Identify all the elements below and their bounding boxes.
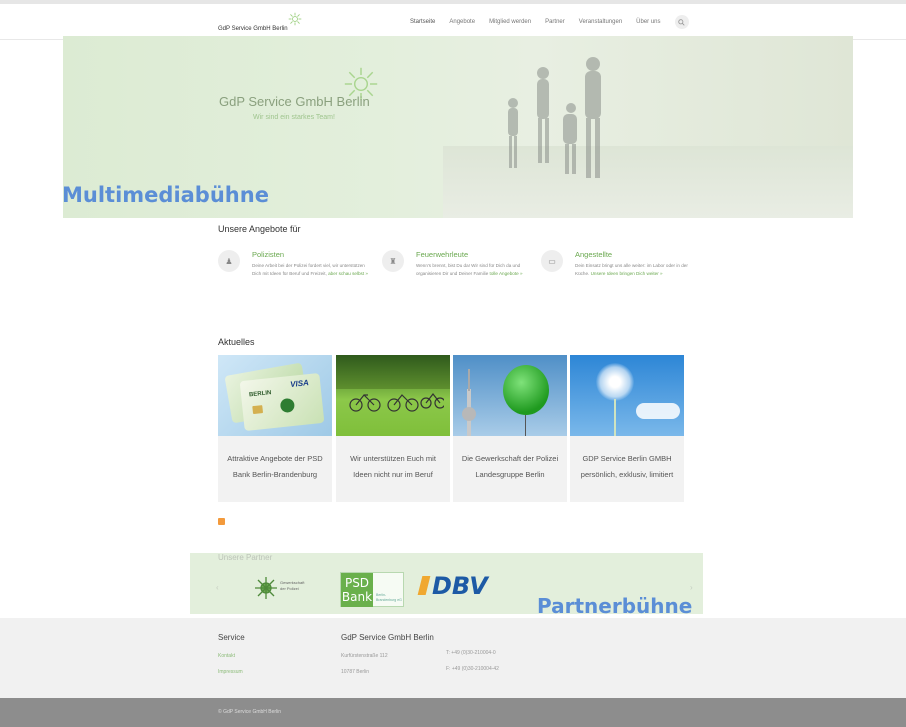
psd-mark: PSD Bank xyxy=(341,573,373,607)
news-card[interactable]: Die Gewerkschaft der Polizei Landesgrupp… xyxy=(453,355,567,502)
offer-text: Wenn's brennt, bist Du da! Wir sind für … xyxy=(416,263,523,276)
search-button[interactable] xyxy=(674,15,689,29)
card-image-credit-card: VISA BERLIN xyxy=(218,355,332,436)
card-image-dandelion xyxy=(570,355,684,436)
footer-link-impressum[interactable]: Impressum xyxy=(218,669,243,675)
multimedia-stage-label: Multimediabühne xyxy=(62,183,269,207)
news-card[interactable]: GDP Service Berlin GMBH persönlich, exkl… xyxy=(570,355,684,502)
nav-partner[interactable]: Partner xyxy=(545,4,565,40)
site-footer: Service Kontakt Impressum GdP Service Gm… xyxy=(0,618,906,698)
footer-service-heading: Service xyxy=(218,633,245,642)
nav-startseite[interactable]: Startseite xyxy=(405,4,440,40)
card-image-tv-tower-balloon xyxy=(453,355,567,436)
nav-mitglied-werden[interactable]: Mitglied werden xyxy=(489,4,531,40)
footer-link-kontakt[interactable]: Kontakt xyxy=(218,653,235,659)
news-cards: VISA BERLIN Attraktive Angebote der PSD … xyxy=(218,355,684,502)
footer-company-heading: GdP Service GmbH Berlin xyxy=(341,633,434,642)
partner-stage-label: Partnerbühne xyxy=(537,594,693,618)
card-image-bicycles xyxy=(336,355,450,436)
person-icon: ♟ xyxy=(218,250,240,272)
site-header: GdP Service GmbH Berlin Startseite Angeb… xyxy=(0,4,906,40)
news-card[interactable]: VISA BERLIN Attraktive Angebote der PSD … xyxy=(218,355,332,502)
footer-fax: F: +49 (0)30-210004-42 xyxy=(446,666,499,672)
card-caption[interactable]: Die Gewerkschaft der Polizei Landesgrupp… xyxy=(459,451,561,483)
card-visa-text: VISA xyxy=(289,378,310,390)
copyright-text: © GdP Service GmbH Berlin xyxy=(218,709,282,715)
main-nav: Startseite Angebote Mitglied werden Part… xyxy=(405,4,689,40)
nav-veranstaltungen[interactable]: Veranstaltungen xyxy=(579,4,622,40)
search-icon xyxy=(678,18,685,26)
footer-phone: T: +49 (0)30-210004-0 xyxy=(446,650,496,656)
psd-bank-logo[interactable]: PSD Bank Berlin-Brandenburg eG xyxy=(340,572,404,607)
hero-subtitle: Wir sind ein starkes Team! xyxy=(253,114,335,121)
brand-name: GdP Service GmbH Berlin xyxy=(218,26,288,32)
dbv-logo[interactable]: DBV xyxy=(432,572,488,600)
card-caption[interactable]: Attraktive Angebote der PSD Bank Berlin-… xyxy=(224,451,326,483)
sun-logo-icon xyxy=(288,12,302,26)
footer-street: Kurfürstenstraße 112 xyxy=(341,653,388,659)
card-caption[interactable]: Wir unterstützen Euch mit Ideen nicht nu… xyxy=(342,451,444,483)
gdp-logo-text: Gewerkschaft der Polizei xyxy=(280,580,305,591)
offer-title[interactable]: Feuerwehrleute xyxy=(416,250,468,259)
offer-link[interactable]: Unsere Ideen bringen Dich weiter » xyxy=(591,271,663,276)
partners-heading: Unsere Partner xyxy=(218,553,273,562)
hero-family-photo xyxy=(508,57,601,178)
firefighter-icon: ♜ xyxy=(382,250,404,272)
chevron-right-icon[interactable]: › xyxy=(690,583,693,592)
rss-icon[interactable] xyxy=(218,518,225,525)
offer-link[interactable]: tolle Angebote » xyxy=(490,271,523,276)
offers-heading: Unsere Angebote für xyxy=(218,224,301,234)
offer-link[interactable]: aber schau selbst » xyxy=(328,271,368,276)
copyright-bar: © GdP Service GmbH Berlin xyxy=(0,698,906,727)
nav-ueber-uns[interactable]: Über uns xyxy=(636,4,660,40)
nav-angebote[interactable]: Angebote xyxy=(449,4,475,40)
offer-text: Dein Einsatz bringt uns alle weiter: im … xyxy=(575,263,688,276)
offer-text: Deine Arbeit bei der Polizei fordert vie… xyxy=(252,263,368,276)
news-heading: Aktuelles xyxy=(218,337,255,347)
chevron-left-icon[interactable]: ‹ xyxy=(216,583,219,592)
dbv-logo-bar xyxy=(417,576,431,595)
psd-subtitle: Berlin-Brandenburg eG xyxy=(376,593,402,602)
offer-title[interactable]: Angestellte xyxy=(575,250,612,259)
offer-title[interactable]: Polizisten xyxy=(252,250,284,259)
news-card[interactable]: Wir unterstützen Euch mit Ideen nicht nu… xyxy=(336,355,450,502)
footer-city: 10787 Berlin xyxy=(341,669,370,675)
card-city-text: BERLIN xyxy=(248,390,272,399)
monitor-icon: ▭ xyxy=(541,250,563,272)
hero-title: GdP Service GmbH Berlin xyxy=(219,94,370,109)
card-caption[interactable]: GDP Service Berlin GMBH persönlich, exkl… xyxy=(576,451,678,483)
